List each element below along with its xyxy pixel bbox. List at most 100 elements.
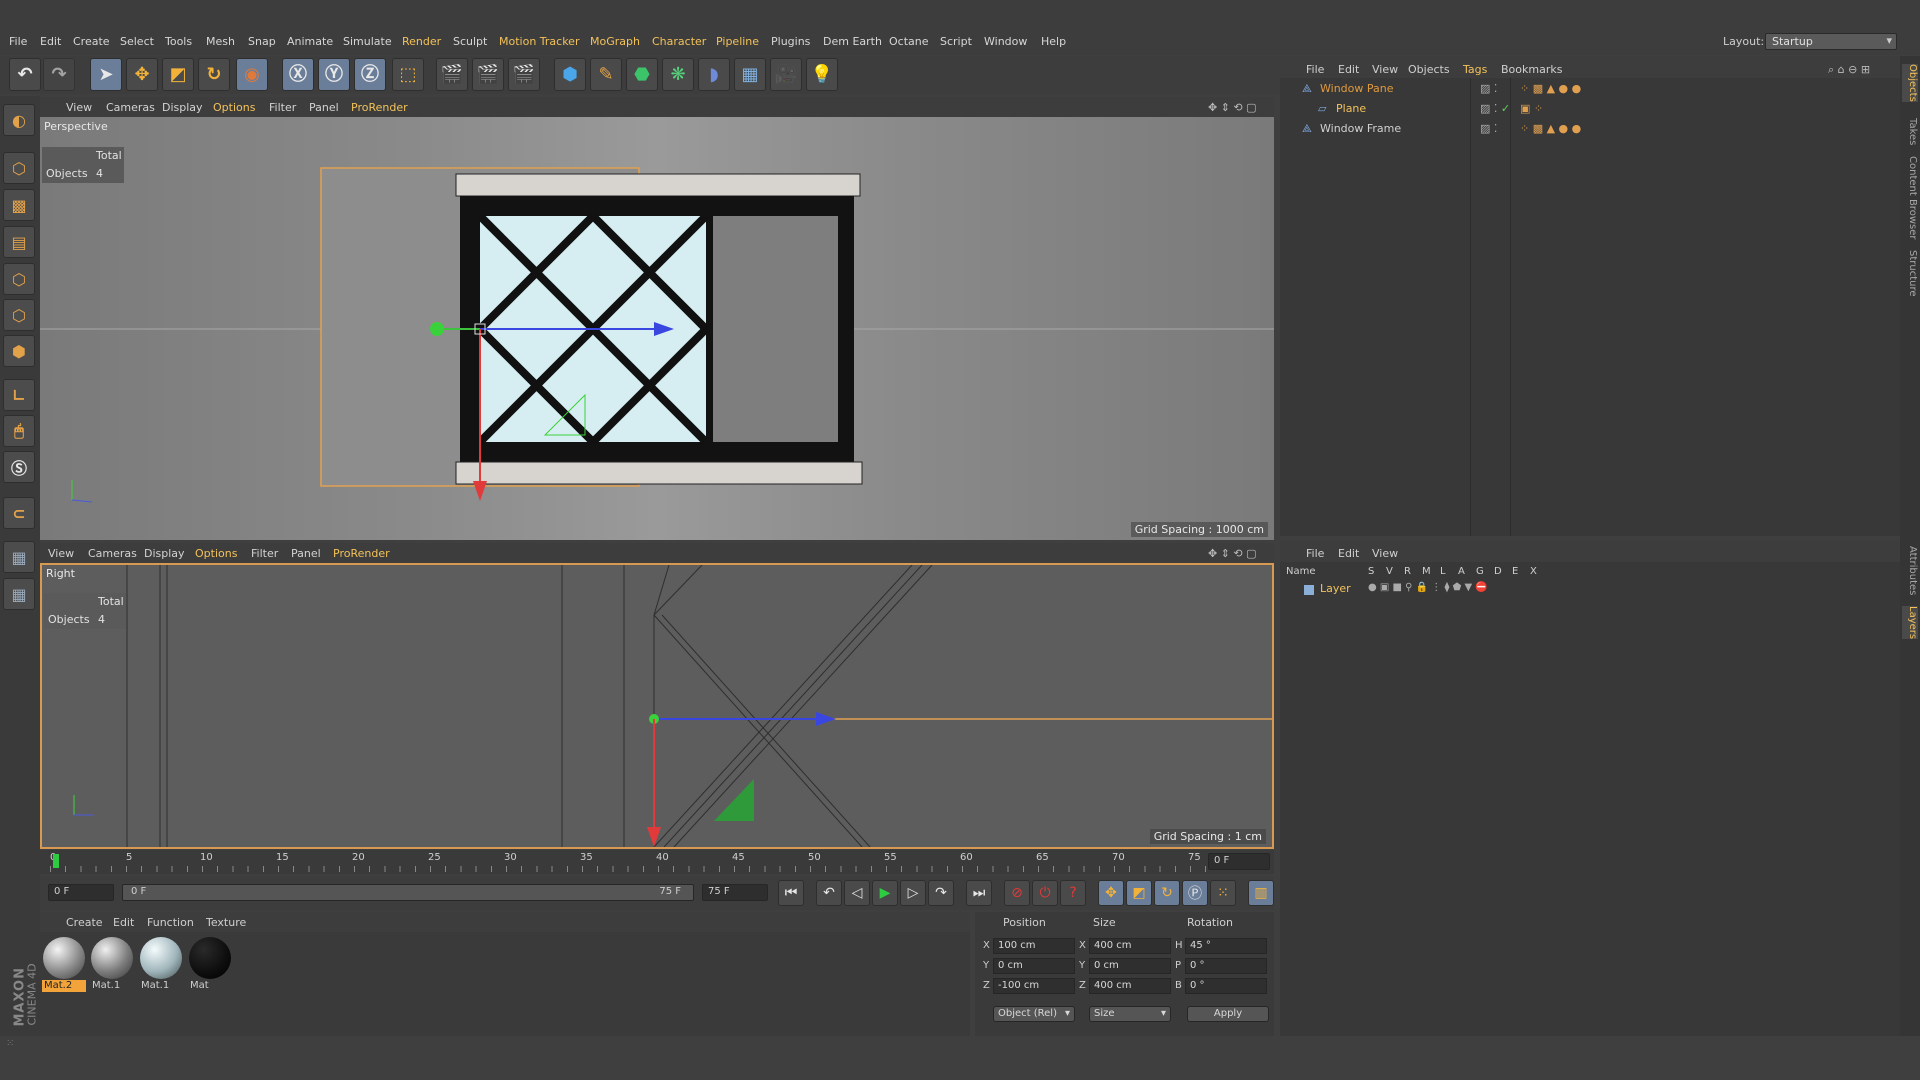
current-frame-field[interactable]: 0 F xyxy=(1208,853,1270,870)
layer-name[interactable]: Layer xyxy=(1320,582,1351,595)
menu-dem-earth[interactable]: Dem Earth xyxy=(823,35,882,48)
vp1-menu-panel[interactable]: Panel xyxy=(309,101,339,114)
tweak-mode-button[interactable]: 🖱 xyxy=(3,415,35,447)
vp2-menu-prorender[interactable]: ProRender xyxy=(333,547,390,560)
object-name-window-frame[interactable]: Window Frame xyxy=(1320,122,1401,135)
position-y-field[interactable]: 0 cm xyxy=(993,958,1075,974)
menu-mesh[interactable]: Mesh xyxy=(206,35,235,48)
vp2-menu-display[interactable]: Display xyxy=(144,547,185,560)
side-tab-content-browser[interactable]: Content Browser xyxy=(1902,156,1918,239)
side-tab-structure[interactable]: Structure xyxy=(1902,250,1918,297)
mat-menu-function[interactable]: Function xyxy=(147,916,194,929)
menu-mograph[interactable]: MoGraph xyxy=(590,35,640,48)
rotation-p-field[interactable]: 0 ° xyxy=(1185,958,1267,974)
start-frame-field[interactable]: 0 F xyxy=(48,884,114,901)
menu-file[interactable]: File xyxy=(9,35,27,48)
material-swatch[interactable]: Mat.1 xyxy=(90,936,134,992)
size-z-field[interactable]: 400 cm xyxy=(1089,978,1171,994)
render-settings-button[interactable]: 🎬 xyxy=(508,58,540,91)
next-frame-button[interactable]: ▷ xyxy=(900,880,926,906)
end-frame-field[interactable]: 75 F xyxy=(702,884,768,901)
vp1-menu-prorender[interactable]: ProRender xyxy=(351,101,408,114)
material-swatch[interactable]: Mat xyxy=(188,936,232,992)
play-button[interactable]: ▶ xyxy=(872,880,898,906)
make-editable-button[interactable]: ◐ xyxy=(3,104,35,136)
object-row-plane[interactable]: ▱ Plane ▨ ⁚ ✓ ▣ ⁘ xyxy=(1284,102,1896,121)
menu-select[interactable]: Select xyxy=(120,35,154,48)
menu-script[interactable]: Script xyxy=(940,35,972,48)
coordinate-mode-dropdown[interactable]: Object (Rel) ▾ xyxy=(993,1006,1075,1022)
go-to-end-button[interactable]: ⏭ xyxy=(966,880,992,906)
visibility-icon-plane[interactable]: ▨ ⁚ ✓ xyxy=(1480,102,1510,115)
live-selection-button[interactable]: ➤ xyxy=(90,58,122,91)
floor-button[interactable]: ▦ xyxy=(734,58,766,91)
timeline-menu-button[interactable]: ▥ xyxy=(1248,880,1274,906)
previous-frame-button[interactable]: ◁ xyxy=(844,880,870,906)
om-menu-file[interactable]: File xyxy=(1306,63,1324,76)
vp2-menu-options[interactable]: Options xyxy=(195,547,237,560)
vp2-menu-filter[interactable]: Filter xyxy=(251,547,278,560)
key-rotation-button[interactable]: ↻ xyxy=(1154,880,1180,906)
tags-icons-frame[interactable]: ⁘ ▩ ▲ ● ● xyxy=(1520,122,1581,135)
menu-snap[interactable]: Snap xyxy=(248,35,276,48)
vp2-navigation-icons[interactable]: ✥ ⇕ ⟲ ▢ xyxy=(1208,547,1257,560)
workplane-mode-button[interactable]: ▤ xyxy=(3,226,35,258)
edges-mode-button[interactable]: ⬡ xyxy=(3,299,35,331)
snap-button[interactable]: ⊂ xyxy=(3,497,35,529)
object-row-window-pane[interactable]: ⟁ Window Pane ▨ ⁚ ⁘ ▩ ▲ ● ● xyxy=(1284,82,1896,101)
menu-help[interactable]: Help xyxy=(1041,35,1066,48)
mat-menu-texture[interactable]: Texture xyxy=(206,916,246,929)
viewport-right[interactable]: Right Total Objects 4 Grid Spacing : 1 c… xyxy=(40,563,1274,849)
workplane-button[interactable]: ▦ xyxy=(3,541,35,573)
visibility-icon[interactable]: ▨ ⁚ xyxy=(1480,82,1497,95)
subdivision-button[interactable]: ⬣ xyxy=(626,58,658,91)
lm-menu-file[interactable]: File xyxy=(1306,547,1324,560)
record-button[interactable]: ⊘ xyxy=(1004,880,1030,906)
side-tab-takes[interactable]: Takes xyxy=(1902,118,1918,145)
size-x-field[interactable]: 400 cm xyxy=(1089,938,1171,954)
om-menu-bookmarks[interactable]: Bookmarks xyxy=(1501,63,1562,76)
locked-workplane-button[interactable]: ▦ xyxy=(3,578,35,610)
z-axis-button[interactable]: Ⓩ xyxy=(354,58,386,91)
om-menu-view[interactable]: View xyxy=(1372,63,1398,76)
go-to-start-button[interactable]: ⏮ xyxy=(778,880,804,906)
frame-range-slider[interactable]: 0 F 75 F xyxy=(122,884,694,901)
lm-menu-view[interactable]: View xyxy=(1372,547,1398,560)
rotation-b-field[interactable]: 0 ° xyxy=(1185,978,1267,994)
vp1-menu-cameras[interactable]: Cameras xyxy=(106,101,155,114)
vp2-menu-view[interactable]: View xyxy=(48,547,74,560)
previous-key-button[interactable]: ↶ xyxy=(816,880,842,906)
menu-tools[interactable]: Tools xyxy=(165,35,192,48)
menu-pipeline[interactable]: Pipeline xyxy=(716,35,759,48)
key-scale-button[interactable]: ◩ xyxy=(1126,880,1152,906)
side-tab-layers[interactable]: Layers xyxy=(1902,606,1918,640)
layer-color-swatch[interactable] xyxy=(1304,585,1314,595)
recent-tool-button[interactable]: ◉ xyxy=(236,58,268,91)
layout-select[interactable]: Startup xyxy=(1765,33,1897,50)
side-tab-attributes[interactable]: Attributes xyxy=(1902,546,1918,595)
rotate-tool-button[interactable]: ↻ xyxy=(198,58,230,91)
move-tool-button[interactable]: ✥ xyxy=(126,58,158,91)
menu-sculpt[interactable]: Sculpt xyxy=(453,35,487,48)
object-row-window-frame[interactable]: ⟁ Window Frame ▨ ⁚ ⁘ ▩ ▲ ● ● xyxy=(1284,122,1896,141)
deformer-button[interactable]: ◗ xyxy=(698,58,730,91)
redo-button[interactable]: ↷ xyxy=(43,58,75,91)
menu-animate[interactable]: Animate xyxy=(287,35,333,48)
render-picture-viewer-button[interactable]: 🎬 xyxy=(472,58,504,91)
size-mode-dropdown[interactable]: Size ▾ xyxy=(1089,1006,1171,1022)
menu-motion-tracker[interactable]: Motion Tracker xyxy=(499,35,579,48)
mat-menu-edit[interactable]: Edit xyxy=(113,916,134,929)
material-swatch[interactable]: Mat.2 xyxy=(42,936,86,992)
cloner-button[interactable]: ❋ xyxy=(662,58,694,91)
menu-plugins[interactable]: Plugins xyxy=(771,35,810,48)
material-swatch[interactable]: Mat.1 xyxy=(139,936,183,992)
vp2-menu-panel[interactable]: Panel xyxy=(291,547,321,560)
viewport-perspective[interactable]: Perspective Total Objects 4 Grid Spacing… xyxy=(40,117,1274,540)
x-axis-button[interactable]: Ⓧ xyxy=(282,58,314,91)
tags-icons[interactable]: ⁘ ▩ ▲ ● ● xyxy=(1520,82,1581,95)
polygons-mode-button[interactable]: ⬢ xyxy=(3,335,35,367)
keyframe-selection-button[interactable]: ? xyxy=(1060,880,1086,906)
rotation-h-field[interactable]: 45 ° xyxy=(1185,938,1267,954)
menu-render[interactable]: Render xyxy=(402,35,441,48)
key-parameter-button[interactable]: Ⓟ xyxy=(1182,880,1208,906)
